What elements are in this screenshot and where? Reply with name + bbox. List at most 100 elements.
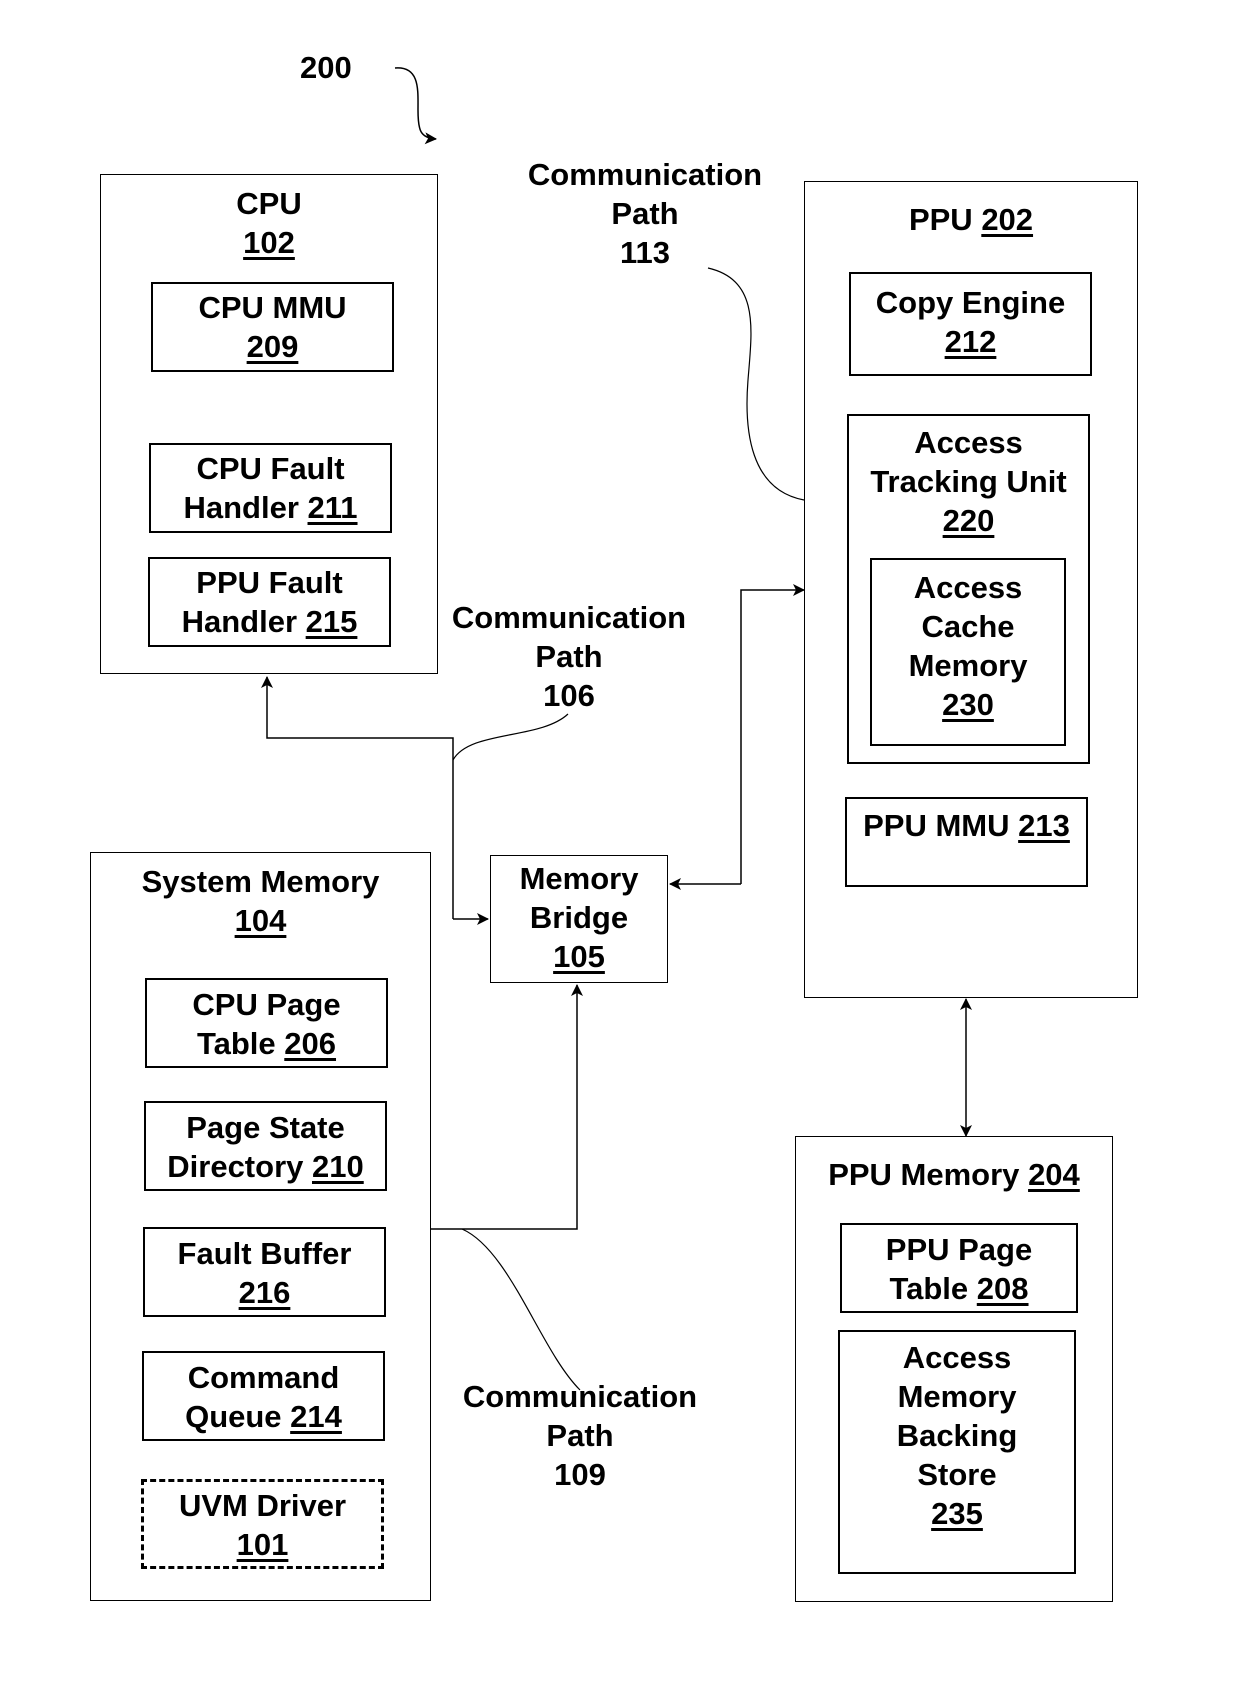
copy-engine-label: Copy Engine 212 — [851, 283, 1090, 361]
ppu-page-table-line2: Table — [889, 1271, 969, 1306]
access-memory-backing-store-block: Access Memory Backing Store 235 — [838, 1330, 1076, 1574]
cpu-block: CPU 102 CPU MMU 209 CPU Fault Handler 21… — [100, 174, 438, 674]
fault-buffer-label: Fault Buffer 216 — [145, 1234, 384, 1312]
uvm-driver-label: UVM Driver 101 — [144, 1486, 381, 1564]
ppu-mmu-label: PPU MMU 213 — [847, 806, 1086, 845]
cpu-page-table-line2: Table — [196, 1026, 276, 1061]
ppu-mmu-block: PPU MMU 213 — [845, 797, 1088, 887]
cpu-mmu-number: 209 — [246, 329, 299, 364]
ppu-fault-handler-line1: PPU Fault — [196, 565, 343, 600]
access-memory-backing-store-line4: Store — [917, 1457, 997, 1492]
command-queue-line1: Command — [187, 1360, 340, 1395]
access-cache-memory-number: 230 — [942, 687, 994, 722]
fault-buffer-block: Fault Buffer 216 — [143, 1227, 386, 1317]
system-memory-title: System Memory 104 — [91, 862, 430, 940]
cpu-title-text: CPU — [236, 186, 302, 221]
cpu-page-table-number: 206 — [284, 1026, 337, 1061]
access-memory-backing-store-line1: Access — [902, 1340, 1012, 1375]
ppu-title: PPU 202 — [805, 200, 1137, 239]
access-cache-memory-line3: Memory — [908, 648, 1028, 683]
comm-path-109-label: Communication Path 109 — [455, 1377, 705, 1494]
memory-bridge-line2: Bridge — [529, 900, 629, 935]
ppu-fault-handler-block: PPU Fault Handler 215 — [148, 557, 391, 647]
access-tracking-unit-line2: Tracking Unit — [870, 464, 1067, 499]
memory-bridge-number: 105 — [553, 939, 605, 974]
ppu-memory-title: PPU Memory 204 — [796, 1155, 1112, 1194]
cpu-fault-handler-line2: Handler — [183, 490, 299, 525]
cpu-fault-handler-line1: CPU Fault — [196, 451, 345, 486]
ppu-fault-handler-line2: Handler — [181, 604, 298, 639]
comm-path-106-label: Communication Path 106 — [444, 598, 694, 715]
copy-engine-block: Copy Engine 212 — [849, 272, 1092, 376]
ppu-number: 202 — [981, 202, 1034, 237]
copy-engine-title: Copy Engine — [875, 285, 1066, 320]
access-cache-memory-line2: Cache — [921, 609, 1015, 644]
system-memory-title-text: System Memory — [141, 864, 380, 899]
ppu-fault-handler-label: PPU Fault Handler 215 — [150, 563, 389, 641]
page-state-directory-line2: Directory — [167, 1149, 304, 1184]
comm-path-109-num: 109 — [554, 1457, 606, 1492]
ppu-page-table-label: PPU Page Table 208 — [842, 1230, 1076, 1308]
comm-path-109-line2: Path — [546, 1418, 614, 1453]
ppu-page-table-number: 208 — [976, 1271, 1029, 1306]
leader-path-106 — [452, 713, 569, 761]
connector-bridge-to-ppu — [740, 584, 805, 884]
comm-path-113-line2: Path — [611, 196, 679, 231]
cpu-mmu-block: CPU MMU 209 — [151, 282, 394, 372]
uvm-driver-line1: UVM Driver — [178, 1488, 347, 1523]
comm-path-106-line2: Path — [535, 639, 603, 674]
ppu-page-table-block: PPU Page Table 208 — [840, 1223, 1078, 1313]
ppu-memory-block: PPU Memory 204 PPU Page Table 208 Access… — [795, 1136, 1113, 1602]
cpu-number: 102 — [243, 225, 295, 260]
connector-sysmem-to-bridge — [431, 984, 583, 1230]
system-memory-number: 104 — [234, 903, 287, 938]
page-state-directory-line1: Page State — [186, 1110, 345, 1145]
cpu-mmu-title: CPU MMU — [198, 290, 347, 325]
access-tracking-unit-number: 220 — [942, 503, 995, 538]
cpu-mmu-label: CPU MMU 209 — [153, 288, 392, 366]
figure-reference-arrow — [394, 67, 437, 145]
cpu-title: CPU 102 — [101, 184, 437, 262]
access-cache-memory-line1: Access — [913, 570, 1023, 605]
uvm-driver-block: UVM Driver 101 — [141, 1479, 384, 1569]
copy-engine-number: 212 — [944, 324, 997, 359]
memory-bridge-block: Memory Bridge 105 — [490, 855, 668, 983]
ppu-memory-title-text: PPU Memory — [828, 1157, 1020, 1192]
fault-buffer-number: 216 — [238, 1275, 291, 1310]
page-state-directory-label: Page State Directory 210 — [146, 1108, 385, 1186]
page-state-directory-number: 210 — [312, 1149, 364, 1184]
cpu-fault-handler-number: 211 — [307, 490, 358, 525]
comm-path-113-label: Communication Path 113 — [520, 155, 770, 272]
comm-path-113-line1: Communication — [527, 157, 763, 192]
memory-bridge-line1: Memory — [519, 861, 639, 896]
access-cache-memory-label: Access Cache Memory 230 — [872, 568, 1064, 724]
memory-bridge-label: Memory Bridge 105 — [491, 859, 667, 976]
cpu-fault-handler-block: CPU Fault Handler 211 — [149, 443, 392, 533]
ppu-mmu-number: 213 — [1018, 808, 1070, 843]
access-tracking-unit-line1: Access — [914, 425, 1023, 460]
system-memory-block: System Memory 104 CPU Page Table 206 Pag… — [90, 852, 431, 1601]
access-tracking-unit-block: Access Tracking Unit 220 Access Cache Me… — [847, 414, 1090, 764]
command-queue-block: Command Queue 214 — [142, 1351, 385, 1441]
access-cache-memory-block: Access Cache Memory 230 — [870, 558, 1066, 746]
access-memory-backing-store-line2: Memory — [897, 1379, 1017, 1414]
command-queue-line2: Queue — [185, 1399, 282, 1434]
leader-path-113 — [707, 267, 805, 501]
ppu-title-text: PPU — [908, 202, 973, 237]
leader-path-109 — [461, 1228, 581, 1391]
fault-buffer-line1: Fault Buffer — [177, 1236, 352, 1271]
cpu-page-table-label: CPU Page Table 206 — [147, 985, 386, 1063]
comm-path-106-num: 106 — [543, 678, 595, 713]
access-memory-backing-store-line3: Backing — [896, 1418, 1018, 1453]
command-queue-label: Command Queue 214 — [144, 1358, 383, 1436]
ppu-page-table-line1: PPU Page — [885, 1232, 1033, 1267]
comm-path-106-line1: Communication — [451, 600, 687, 635]
cpu-fault-handler-label: CPU Fault Handler 211 — [151, 449, 390, 527]
figure-reference-number: 200 — [300, 50, 352, 85]
access-memory-backing-store-number: 235 — [931, 1496, 983, 1531]
comm-path-113-num: 113 — [619, 235, 670, 270]
cpu-page-table-line1: CPU Page — [192, 987, 341, 1022]
page-state-directory-block: Page State Directory 210 — [144, 1101, 387, 1191]
comm-path-109-line1: Communication — [462, 1379, 698, 1414]
ppu-block: PPU 202 Copy Engine 212 Access Tracking … — [804, 181, 1138, 998]
